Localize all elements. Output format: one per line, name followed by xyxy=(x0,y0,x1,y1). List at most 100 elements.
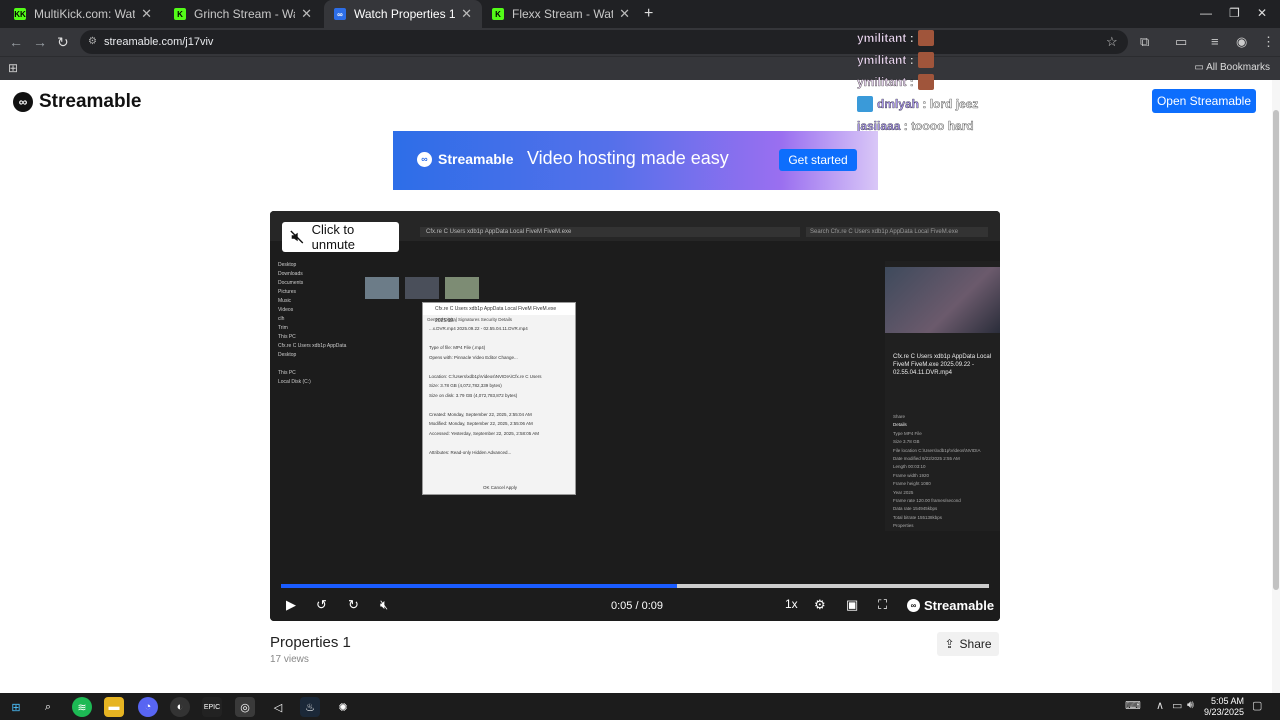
mute-icon[interactable]: 🔇︎ xyxy=(380,597,388,613)
steam-icon[interactable]: ♨ xyxy=(300,697,320,717)
apps-grid-icon[interactable]: ⊞ xyxy=(8,61,18,75)
video-sidebar-item: Trim xyxy=(278,325,288,331)
dialog-title: Cfx.re C Users xdb1p AppData Local FiveM… xyxy=(423,303,575,324)
settings-gear-icon[interactable]: ⚙ xyxy=(814,597,826,613)
dialog-row: Modified: Monday, September 22, 2025, 2:… xyxy=(429,421,533,426)
tab-grinch[interactable]: K Grinch Stream - Watch Live on K ✕ xyxy=(164,0,322,28)
notifications-icon[interactable]: ▢ xyxy=(1252,699,1262,712)
playback-speed-button[interactable]: 1x xyxy=(785,597,798,611)
streamable-logo[interactable]: ∞ Streamable xyxy=(13,91,141,113)
close-window-icon[interactable]: ✕ xyxy=(1257,6,1267,20)
video-detail-row: Length 00:03:10 xyxy=(893,464,926,470)
extensions-icon[interactable]: ⧉ xyxy=(1140,34,1149,50)
browser-tab-bar: KK MultiKick.com: Watch Multiple ✕ K Gri… xyxy=(0,0,1280,28)
dialog-row xyxy=(423,400,575,410)
app-icon[interactable]: ✺ xyxy=(333,697,353,717)
close-tab-icon[interactable]: ✕ xyxy=(301,6,312,22)
page-scrollbar[interactable] xyxy=(1272,80,1280,693)
player-brand[interactable]: ∞ Streamable xyxy=(907,598,994,613)
forward-skip-icon[interactable]: ↻ xyxy=(348,597,359,613)
epic-games-icon[interactable]: EPIC xyxy=(202,697,222,717)
windows-start-icon[interactable]: ⊞ xyxy=(6,697,26,717)
windows-taskbar: ⊞ ⌕ ≋ ▬ ◔ ◐ EPIC ◎ ◁ ♨ ✺ ⌨ ∧ ▭ 🔊︎ 5:05 A… xyxy=(0,693,1280,720)
media-icon[interactable]: ≡ xyxy=(1211,34,1219,49)
volume-icon[interactable]: 🔊︎ xyxy=(1187,699,1194,712)
bookmarks-bar: ⊞ ▭ All Bookmarks xyxy=(0,56,1280,80)
bookmark-star-icon[interactable]: ☆ xyxy=(1106,34,1118,50)
video-detail-row: Year 2025 xyxy=(893,489,914,495)
network-icon[interactable]: ▭ xyxy=(1172,699,1182,712)
video-sidebar: Desktop Downloads Documents Pictures Mus… xyxy=(278,261,356,387)
muted-speaker-icon xyxy=(290,230,304,244)
emote-icon xyxy=(917,52,934,68)
chat-line: ymilitant : xyxy=(857,27,978,49)
tab-flexx[interactable]: K Flexx Stream - Watch Live on Ki ✕ xyxy=(482,0,640,28)
video-details-pane: Cfx.re C Users xdb1p AppData Local FiveM… xyxy=(885,261,1000,531)
get-started-button[interactable]: Get started xyxy=(779,149,857,171)
profile-icon[interactable]: ◉ xyxy=(1236,34,1247,50)
promo-banner[interactable]: ∞ Streamable Video hosting made easy Get… xyxy=(393,131,878,190)
menu-icon[interactable]: ⋮ xyxy=(1262,34,1275,50)
open-streamable-button[interactable]: Open Streamable xyxy=(1152,89,1256,113)
video-preview-image xyxy=(885,267,1000,333)
tab-multikick[interactable]: KK MultiKick.com: Watch Multiple ✕ xyxy=(4,0,162,28)
chrome-icon[interactable]: ◎ xyxy=(235,697,255,717)
close-tab-icon[interactable]: ✕ xyxy=(141,6,152,22)
share-button[interactable]: ⇪ Share xyxy=(937,632,999,656)
chat-line: dmlyah : lord jeez xyxy=(857,93,979,115)
taskbar-clock[interactable]: 5:05 AM 9/23/2025 xyxy=(1200,696,1244,718)
click-to-unmute-button[interactable]: Click to unmute xyxy=(282,222,399,252)
video-sidebar-item: Videos xyxy=(278,307,294,313)
back-icon[interactable]: ← xyxy=(9,34,23,50)
banner-logo-text: Streamable xyxy=(438,151,514,167)
dialog-row xyxy=(423,362,575,372)
progress-bar[interactable] xyxy=(281,584,989,588)
chat-user: ymilitant xyxy=(857,53,907,67)
play-icon[interactable]: ▶ xyxy=(286,597,296,613)
scrollbar-thumb[interactable] xyxy=(1273,110,1279,590)
video-sidebar-item xyxy=(278,360,356,369)
forward-icon[interactable]: → xyxy=(33,34,47,50)
chat-message: lord jeez xyxy=(929,97,979,111)
tray-chevron-icon[interactable]: ∧ xyxy=(1156,699,1164,712)
video-sidebar-item: Cfx.re C Users xdb1p AppData xyxy=(278,343,347,349)
reload-icon[interactable]: ↻ xyxy=(57,34,69,51)
video-detail-row: Size 3.78 GB xyxy=(893,439,920,445)
rewind-icon[interactable]: ↺ xyxy=(316,597,327,613)
url-text: streamable.com/j17viv xyxy=(104,36,214,48)
minimize-icon[interactable]: — xyxy=(1200,6,1212,20)
site-info-icon[interactable]: ⚙ xyxy=(88,30,97,54)
app-icon[interactable]: ◁ xyxy=(268,697,288,717)
cast-icon[interactable]: ▭ xyxy=(1175,34,1187,50)
dialog-row: Created: Monday, September 22, 2025, 2:5… xyxy=(429,411,532,417)
video-sidebar-item: Local Disk (C:) xyxy=(278,379,311,385)
logo-text: Streamable xyxy=(39,91,142,112)
video-sidebar-item: Pictures xyxy=(278,289,297,295)
close-tab-icon[interactable]: ✕ xyxy=(461,6,472,22)
tab-streamable[interactable]: ∞ Watch Properties 1 | Streamabl ✕ xyxy=(324,0,482,28)
discord-icon[interactable]: ◔ xyxy=(138,697,158,717)
dialog-row xyxy=(423,334,575,344)
new-tab-icon[interactable]: + xyxy=(644,5,653,23)
search-icon[interactable]: ⌕ xyxy=(38,697,58,717)
banner-logo: ∞ Streamable xyxy=(417,151,513,167)
fullscreen-icon[interactable]: ⛶ xyxy=(878,597,887,613)
dialog-row: Type of file: MP4 File (.mp4) xyxy=(429,345,486,350)
close-tab-icon[interactable]: ✕ xyxy=(619,6,630,22)
chat-line: ymilitant : xyxy=(857,49,978,71)
chat-sep: : xyxy=(922,97,927,111)
app-icon[interactable]: ◐ xyxy=(170,697,190,717)
video-sidebar-item: clh xyxy=(278,316,285,322)
video-file-thumbnail xyxy=(365,277,399,299)
all-bookmarks[interactable]: ▭ All Bookmarks xyxy=(1194,62,1270,73)
video-file-details: Share Details Type MP4 File Size 3.78 GB… xyxy=(893,413,993,531)
spotify-icon[interactable]: ≋ xyxy=(72,697,92,717)
restore-icon[interactable]: ❐ xyxy=(1229,6,1240,20)
keyboard-icon[interactable]: ⌨ xyxy=(1125,699,1141,712)
picture-in-picture-icon[interactable]: ▣ xyxy=(846,597,858,613)
video-player[interactable]: Cfx.re C Users xdb1p AppData Local FiveM… xyxy=(270,211,1000,621)
streamable-logo-icon: ∞ xyxy=(417,151,432,167)
file-explorer-icon[interactable]: ▬ xyxy=(104,697,124,717)
tab-label: Flexx Stream - Watch Live on Ki xyxy=(512,7,614,21)
dialog-row: Attributes: Read-only Hidden Advanced... xyxy=(429,449,512,455)
